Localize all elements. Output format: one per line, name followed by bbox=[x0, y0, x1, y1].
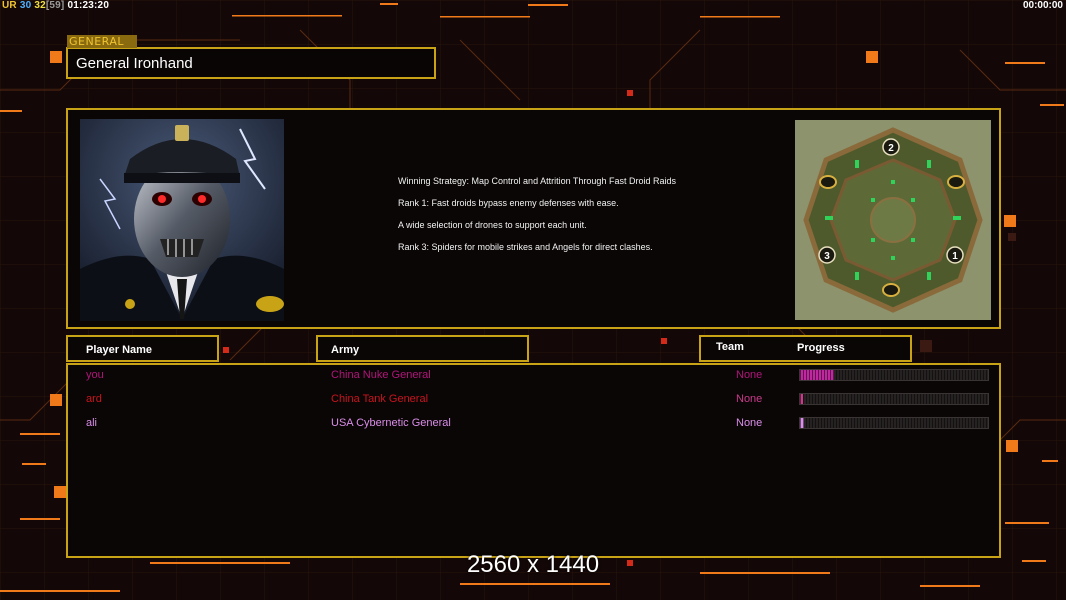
strategy-line: A wide selection of drones to support ea… bbox=[398, 220, 587, 230]
column-header-team-label: Team bbox=[716, 341, 744, 353]
strategy-line: Rank 3: Spiders for mobile strikes and A… bbox=[398, 242, 653, 252]
player-army: USA Cybernetic General bbox=[331, 417, 451, 429]
player-name: ali bbox=[86, 417, 98, 429]
column-header-player-name: Player Name bbox=[66, 335, 219, 362]
hud-value-a: 30 bbox=[19, 0, 32, 11]
column-header-army-label: Army bbox=[331, 344, 360, 356]
players-list-panel: you China Nuke General None ard China Ta… bbox=[66, 363, 1001, 558]
minimap-preview: 2 3 1 bbox=[795, 120, 991, 320]
player-row: ard China Tank General None bbox=[68, 390, 999, 412]
minimap-start-2: 2 bbox=[888, 143, 894, 154]
general-info-panel: Winning Strategy: Map Control and Attrit… bbox=[66, 108, 1001, 329]
player-progress-bar bbox=[799, 369, 989, 381]
minimap-start-3: 3 bbox=[824, 251, 830, 262]
minimap-icon: 2 3 1 bbox=[795, 120, 991, 320]
ur-label: UR bbox=[2, 0, 17, 11]
player-team: None bbox=[736, 393, 763, 405]
hud-timer: 00:00:00 bbox=[1022, 0, 1063, 11]
general-title-box: General Ironhand bbox=[66, 47, 436, 79]
resolution-overlay: 2560 x 1440 bbox=[466, 551, 600, 578]
strategy-line: Winning Strategy: Map Control and Attrit… bbox=[398, 176, 676, 186]
hud-bracket-value: [59] bbox=[45, 0, 65, 11]
hud-clock: 01:23:20 bbox=[67, 0, 110, 11]
cyborg-general-portrait-icon bbox=[80, 119, 284, 321]
strategy-description: Winning Strategy: Map Control and Attrit… bbox=[398, 176, 698, 264]
minimap-start-1: 1 bbox=[952, 251, 958, 262]
player-team: None bbox=[736, 417, 763, 429]
player-row: you China Nuke General None bbox=[68, 366, 999, 388]
player-team: None bbox=[736, 369, 763, 381]
player-progress-bar bbox=[799, 393, 989, 405]
general-name: General Ironhand bbox=[76, 55, 193, 72]
player-progress-bar bbox=[799, 417, 989, 429]
strategy-line: Rank 1: Fast droids bypass enemy defense… bbox=[398, 198, 619, 208]
player-army: China Tank General bbox=[331, 393, 429, 405]
hud-stats: UR 30 32[59] 01:23:20 bbox=[2, 0, 109, 11]
player-name: you bbox=[86, 369, 104, 381]
hud-value-b: 32 bbox=[34, 0, 46, 11]
column-header-progress-label: Progress bbox=[797, 342, 845, 354]
column-header-player-name-label: Player Name bbox=[86, 344, 153, 356]
general-portrait-image bbox=[80, 119, 284, 321]
player-name: ard bbox=[86, 393, 102, 405]
general-tab-label: GENERAL bbox=[67, 35, 137, 48]
column-header-army: Army bbox=[316, 335, 529, 362]
player-row: ali USA Cybernetic General None bbox=[68, 414, 999, 436]
column-header-team-progress: Team Progress bbox=[699, 335, 912, 362]
player-army: China Nuke General bbox=[331, 369, 431, 381]
